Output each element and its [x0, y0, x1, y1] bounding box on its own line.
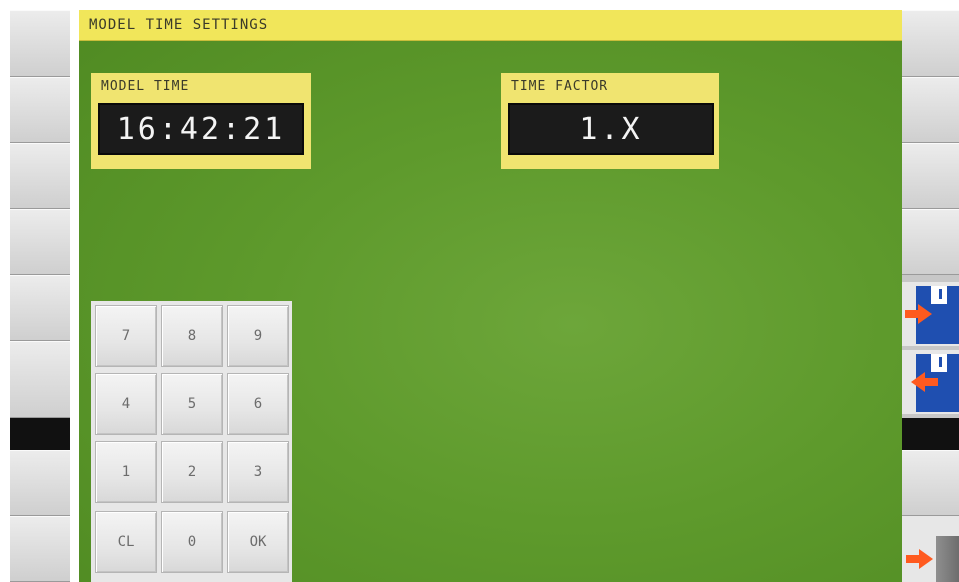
- key-ok[interactable]: OK: [227, 511, 289, 573]
- hmi-screen: MODEL TIME SETTINGS MODEL TIME 16:42:21 …: [0, 0, 959, 582]
- key-5[interactable]: 5: [161, 373, 223, 435]
- right-softkey-3[interactable]: [902, 143, 959, 209]
- left-softkey-5[interactable]: [10, 275, 70, 341]
- right-softkey-2[interactable]: [902, 77, 959, 143]
- door-icon: [936, 536, 959, 582]
- exit-button[interactable]: [902, 516, 959, 582]
- right-softkey-5[interactable]: [902, 450, 959, 516]
- left-softkey-7[interactable]: [10, 450, 70, 516]
- left-softkey-column: [10, 10, 70, 582]
- model-time-field[interactable]: 16:42:21: [98, 103, 304, 155]
- time-factor-field[interactable]: 1.X: [508, 103, 714, 155]
- load-button[interactable]: [902, 350, 959, 414]
- left-softkey-6[interactable]: [10, 341, 70, 418]
- right-softkey-4[interactable]: [902, 209, 959, 275]
- key-9[interactable]: 9: [227, 305, 289, 367]
- model-time-panel: MODEL TIME 16:42:21: [91, 73, 311, 169]
- key-7[interactable]: 7: [95, 305, 157, 367]
- time-factor-label: TIME FACTOR: [511, 79, 609, 94]
- softkey-separator: [10, 418, 70, 450]
- arrow-right-icon: [905, 310, 919, 318]
- left-softkey-8[interactable]: [10, 516, 70, 582]
- time-factor-panel: TIME FACTOR 1.X: [501, 73, 719, 169]
- left-softkey-4[interactable]: [10, 209, 70, 275]
- left-softkey-2[interactable]: [10, 77, 70, 143]
- title-bar: MODEL TIME SETTINGS: [79, 10, 902, 41]
- key-2[interactable]: 2: [161, 441, 223, 503]
- right-softkey-1[interactable]: [902, 10, 959, 77]
- softkey-separator-right: [902, 418, 959, 450]
- key-1[interactable]: 1: [95, 441, 157, 503]
- arrow-left-icon: [911, 372, 925, 392]
- key-0[interactable]: 0: [161, 511, 223, 573]
- key-6[interactable]: 6: [227, 373, 289, 435]
- page-title: MODEL TIME SETTINGS: [89, 17, 269, 33]
- key-3[interactable]: 3: [227, 441, 289, 503]
- key-clear[interactable]: CL: [95, 511, 157, 573]
- exit-arrow-icon: [906, 555, 920, 563]
- key-8[interactable]: 8: [161, 305, 223, 367]
- key-4[interactable]: 4: [95, 373, 157, 435]
- left-softkey-1[interactable]: [10, 10, 70, 77]
- numeric-keypad: 7 8 9 4 5 6 1 2 3 CL 0 OK: [91, 301, 292, 582]
- right-softkey-column: [902, 10, 959, 582]
- save-button[interactable]: [902, 282, 959, 346]
- left-softkey-3[interactable]: [10, 143, 70, 209]
- model-time-label: MODEL TIME: [101, 79, 190, 94]
- main-display: MODEL TIME SETTINGS MODEL TIME 16:42:21 …: [79, 10, 902, 582]
